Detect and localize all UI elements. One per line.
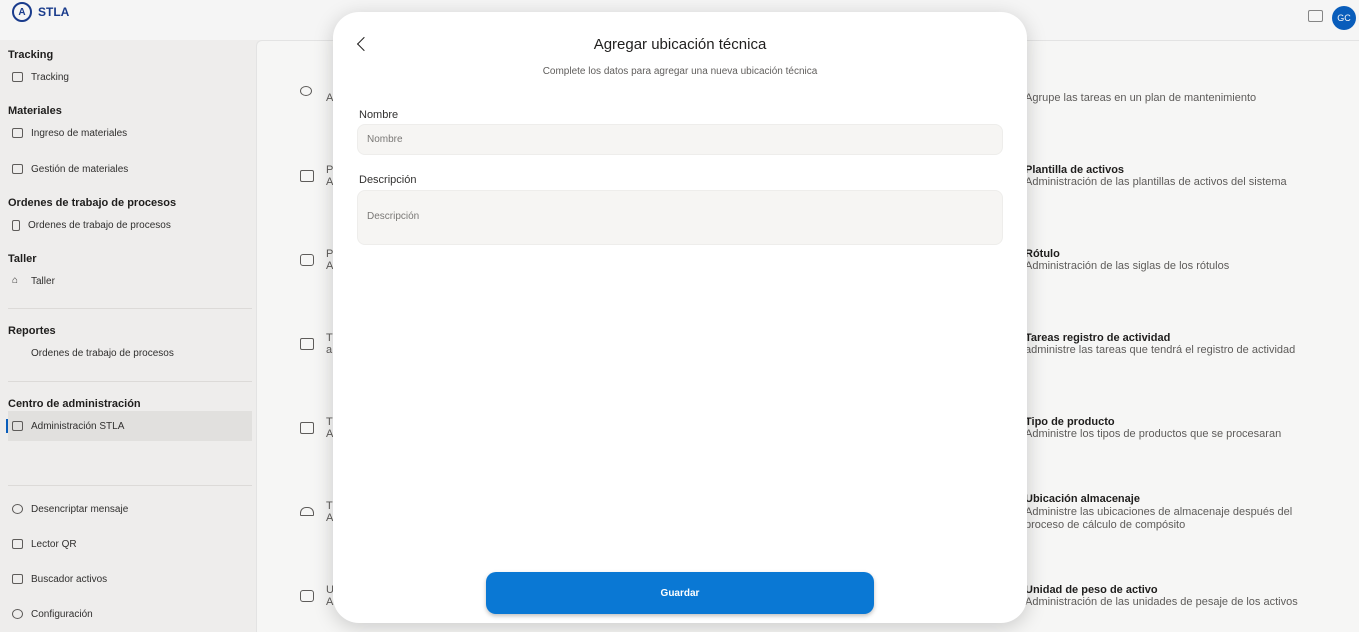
name-label: Nombre [359, 109, 399, 121]
description-label: Descripción [359, 174, 417, 186]
description-input[interactable] [357, 190, 1003, 245]
add-technical-location-modal: Agregar ubicación técnica Complete los d… [333, 12, 1027, 623]
save-button[interactable]: Guardar [486, 572, 874, 614]
modal-subtitle: Complete los datos para agregar una nuev… [542, 66, 818, 77]
name-input[interactable] [357, 124, 1003, 155]
modal-title: Agregar ubicación técnica [593, 36, 767, 53]
